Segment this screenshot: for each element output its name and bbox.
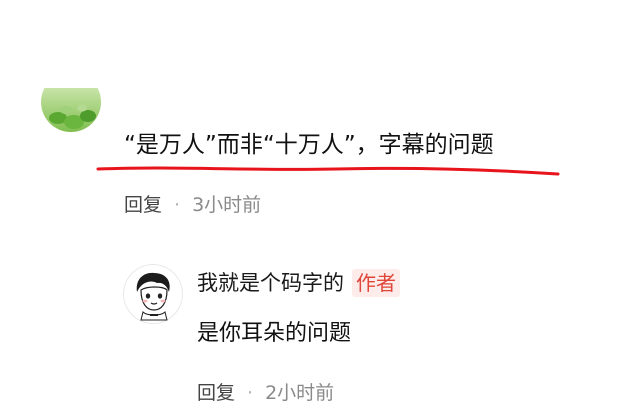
comment-text: “是万人”而非“十万人”，字幕的问题	[124, 132, 494, 158]
reply-meta: 回复 · 2小时前	[197, 380, 334, 406]
reply-reply-link[interactable]: 回复	[197, 382, 235, 404]
meta-separator: ·	[247, 382, 254, 404]
comment-meta: 回复 · 3小时前	[124, 192, 261, 218]
author-badge: 作者	[352, 269, 400, 297]
red-underline-annotation	[96, 166, 560, 176]
commenter-avatar[interactable]	[40, 88, 102, 134]
reply-timestamp: 2小时前	[265, 382, 335, 404]
meta-separator: ·	[174, 194, 181, 216]
reply-author-name[interactable]: 我就是个码字的	[197, 271, 344, 295]
reply-text: 是你耳朵的问题	[197, 321, 352, 346]
author-avatar[interactable]	[123, 264, 183, 324]
comment-reply-link[interactable]: 回复	[124, 194, 162, 216]
reply-author-line: 我就是个码字的 作者	[197, 268, 400, 298]
comment-timestamp: 3小时前	[192, 194, 262, 216]
